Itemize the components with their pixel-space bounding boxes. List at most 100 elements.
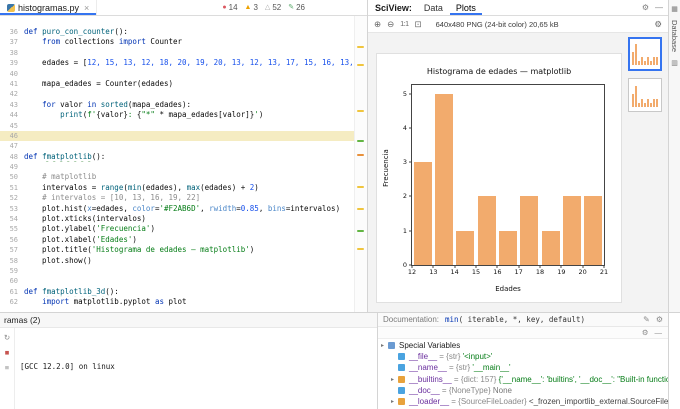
error-icon: ●: [222, 4, 227, 11]
documentation-signature: min( iterable, *, key, default): [445, 315, 585, 324]
inspection-mark[interactable]: [357, 64, 364, 66]
plots-settings-icon[interactable]: ⚙: [654, 19, 662, 30]
inspection-mark[interactable]: [357, 46, 364, 48]
variable-row[interactable]: ▸ __loader__ = {SourceFileLoader} <_froze…: [378, 396, 668, 407]
code-line[interactable]: 57 plot.title('Histograma de edades — ma…: [0, 245, 355, 255]
gear-icon[interactable]: ⚙: [642, 3, 649, 12]
tab-data[interactable]: Data: [418, 0, 449, 15]
plot-thumbnail[interactable]: [628, 78, 662, 112]
zoom-in-icon[interactable]: ⊕: [374, 19, 381, 30]
inspection-mark[interactable]: [357, 208, 364, 210]
code-line[interactable]: 61 def fmatplotlib_3d():: [0, 287, 355, 297]
gear-icon[interactable]: ⚙: [642, 328, 649, 337]
stop-icon[interactable]: ■: [5, 348, 10, 357]
y-tick-label: 3: [402, 158, 407, 167]
console-line: [GCC 12.2.0] on linux: [20, 362, 115, 371]
code-line[interactable]: 47: [0, 141, 355, 151]
code-line[interactable]: 56 plot.xlabel('Edades'): [0, 235, 355, 245]
code-line[interactable]: 40: [0, 69, 355, 79]
y-tick-mark: [409, 230, 412, 232]
code-line[interactable]: 62 import matplotlib.pyplot as plot: [0, 297, 355, 307]
inspection-error[interactable]: ● 14: [222, 3, 237, 12]
code-line[interactable]: 39 edades = [12, 15, 13, 12, 18, 20, 19,…: [0, 58, 355, 68]
x-tick-label: 21: [599, 268, 609, 276]
code-line[interactable]: 55 plot.ylabel('Frecuencia'): [0, 224, 355, 234]
code-line[interactable]: 59: [0, 266, 355, 276]
console-tabbar: ramas (2): [0, 313, 377, 328]
plot-viewer[interactable]: Histograma de edades — matplotlib Frecue…: [368, 33, 622, 312]
zoom-out-icon[interactable]: ⊖: [387, 19, 394, 30]
code-line[interactable]: 58 plot.show(): [0, 256, 355, 266]
menu-icon[interactable]: ≡: [5, 363, 9, 372]
code-line[interactable]: 45: [0, 121, 355, 131]
variable-row[interactable]: ▸ __builtins__ = {dict: 157} {'__name__':…: [378, 374, 668, 385]
code-line[interactable]: 42: [0, 89, 355, 99]
plot-thumbnail-bars: [632, 43, 658, 65]
fit-to-window-icon[interactable]: ⊡: [414, 19, 421, 30]
x-tick-mark: [432, 265, 434, 268]
histogram-bar: [413, 162, 432, 265]
hide-panel-icon[interactable]: —: [655, 3, 663, 12]
inspection-mark[interactable]: [357, 230, 364, 232]
variable-row[interactable]: __name__ = {str} '__main__': [378, 362, 668, 373]
rerun-icon[interactable]: ↻: [4, 333, 10, 342]
variables-list: ▸ Special Variables __file__ = {str} '<inp…: [378, 339, 668, 409]
variable-icon: [398, 386, 405, 394]
code-line[interactable]: 37 from collections import Counter: [0, 37, 355, 47]
histogram-bar: [584, 196, 603, 265]
histogram-bar: [477, 196, 496, 265]
code-line[interactable]: 60: [0, 276, 355, 286]
code-line[interactable]: 46: [0, 130, 355, 142]
variables-toolbar: ⚙ —: [378, 327, 668, 339]
sciview-stripe-icon[interactable]: ▥: [671, 59, 678, 67]
code-line[interactable]: 50 # matplotlib: [0, 172, 355, 182]
console-panel: ramas (2) ↻ ■ ≡ [GCC 12.2.0] on linux: [0, 313, 378, 409]
code-line[interactable]: 38: [0, 48, 355, 58]
code-line[interactable]: 48 def fmatplotlib():: [0, 152, 355, 162]
sciview-panel: SciView: Data Plots ⚙ — ⊕ ⊖ 1:1 ⊡ 640x48…: [368, 0, 668, 312]
code-line[interactable]: 54 plot.xticks(intervalos): [0, 214, 355, 224]
variables-group-row[interactable]: ▸ Special Variables: [378, 340, 668, 351]
inspection-mark[interactable]: [357, 248, 364, 250]
code-editor[interactable]: 36 def puro_con_counter(): 37 from collect…: [0, 16, 367, 312]
actual-size-icon[interactable]: 1:1: [400, 21, 409, 28]
console-tab[interactable]: ramas (2): [4, 315, 40, 325]
documentation-icons: ✎ ⚙: [643, 315, 663, 324]
code-line[interactable]: 49: [0, 162, 355, 172]
weak-icon: △: [264, 4, 271, 11]
inspections-widget[interactable]: ● 14 ▲ 3 △ 52 ✎ 26: [222, 0, 305, 15]
code-line[interactable]: 36 def puro_con_counter():: [0, 27, 355, 37]
inspection-mark[interactable]: [357, 110, 364, 112]
variable-row[interactable]: __doc__ = {NoneType} None: [378, 385, 668, 396]
tab-plots[interactable]: Plots: [450, 0, 482, 15]
code-line[interactable]: 53 plot.hist(x=edades, color='#F2AB6D', …: [0, 204, 355, 214]
inspection-mark[interactable]: [357, 186, 364, 188]
stripe-tab-database[interactable]: Database: [670, 20, 679, 52]
plot-thumbnail-selected[interactable]: [628, 37, 662, 71]
stripe-tab-documentation[interactable]: Documentation: [669, 312, 680, 409]
code-line[interactable]: 52 # intervalos = [10, 13, 16, 19, 22]: [0, 193, 355, 203]
tab-histogramas-py[interactable]: histogramas.py ×: [0, 0, 98, 15]
gear-icon[interactable]: ⚙: [656, 315, 663, 324]
histogram-bar: [498, 230, 518, 265]
grid-icon[interactable]: ▦: [671, 5, 678, 13]
code-line[interactable]: 44 print(f'{valor}: {"*" * mapa_edades[v…: [0, 110, 355, 120]
console-output[interactable]: [GCC 12.2.0] on linux: [15, 328, 377, 409]
close-tab-icon[interactable]: ×: [84, 3, 89, 13]
inspection-warning[interactable]: ▲ 3: [245, 3, 258, 12]
typo-icon: ✎: [288, 4, 295, 11]
chart-xlabel: Edades: [495, 285, 521, 293]
hide-panel-icon[interactable]: —: [655, 328, 663, 337]
code-line[interactable]: 51 intervalos = range(min(edades), max(e…: [0, 183, 355, 193]
documentation-label: Documentation:: [383, 315, 440, 324]
inspection-mark[interactable]: [357, 154, 364, 156]
edit-source-icon[interactable]: ✎: [643, 315, 650, 324]
inspection-typo[interactable]: ✎ 26: [288, 3, 305, 12]
code-line[interactable]: 41 mapa_edades = Counter(edades): [0, 79, 355, 89]
inspection-mark[interactable]: [357, 140, 364, 142]
code-line[interactable]: 43 for valor in sorted(mapa_edades):: [0, 100, 355, 110]
x-tick-mark: [475, 265, 477, 268]
inspection-weak[interactable]: △ 52: [265, 3, 281, 12]
editor-scrollbar[interactable]: [354, 16, 367, 312]
variable-row[interactable]: __file__ = {str} '<input>': [378, 351, 668, 362]
